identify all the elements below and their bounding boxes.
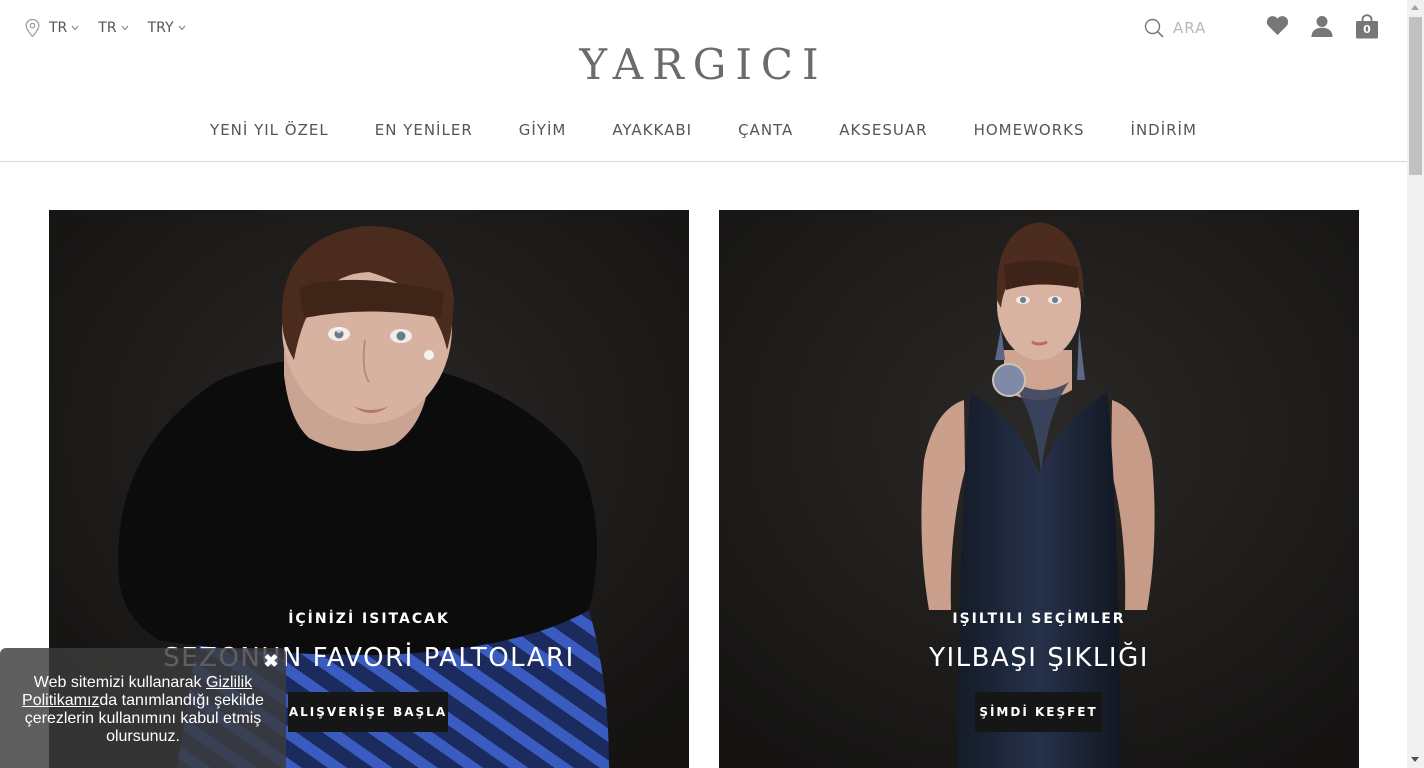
language-selector[interactable]: TR: [98, 20, 128, 36]
banner-headline: YILBAŞI ŞIKLIĞI: [929, 643, 1149, 673]
heart-icon[interactable]: [1266, 15, 1289, 36]
search-label: ARA: [1173, 19, 1207, 37]
search-icon: [1144, 18, 1164, 38]
nav-item-aksesuar[interactable]: AKSESUAR: [839, 121, 927, 139]
cart-count-badge: 0: [1363, 23, 1371, 36]
discover-now-button[interactable]: ŞİMDİ KEŞFET: [975, 692, 1102, 732]
cart-button[interactable]: 0: [1355, 14, 1379, 39]
nav-item-homeworks[interactable]: HOMEWORKS: [974, 121, 1085, 139]
nav-item-ayakkabi[interactable]: AYAKKABI: [612, 121, 692, 139]
close-icon[interactable]: ✖: [262, 652, 280, 670]
cookie-text-before: Web sitemizi kullanarak: [33, 674, 206, 691]
map-pin-icon: [25, 18, 40, 38]
locale-selectors: TR TR TRY: [24, 18, 205, 38]
nav-item-giyim[interactable]: GİYİM: [519, 121, 567, 139]
scroll-up-arrow-icon[interactable]: [1411, 5, 1419, 10]
currency-selector[interactable]: TRY: [148, 20, 186, 36]
scrollbar-thumb[interactable]: [1409, 17, 1422, 175]
banner-kicker: IŞILTILI SEÇİMLER: [952, 611, 1126, 627]
dress-model-photo: [719, 210, 1359, 768]
currency-selector-label: TRY: [147, 20, 174, 36]
page-scrollbar[interactable]: [1407, 0, 1424, 768]
nav-item-yeni-yil-ozel[interactable]: YENİ YIL ÖZEL: [210, 121, 329, 139]
country-selector[interactable]: TR: [49, 20, 79, 36]
nav-item-canta[interactable]: ÇANTA: [738, 121, 793, 139]
chevron-down-icon: [178, 25, 185, 31]
country-selector-label: TR: [49, 20, 68, 36]
cookie-notice: ✖ Web sitemizi kullanarak Gizlilik Polit…: [0, 648, 286, 768]
nav-item-indirim[interactable]: İNDİRİM: [1131, 121, 1197, 139]
scroll-down-arrow-icon[interactable]: [1411, 757, 1419, 762]
banner-kicker: İÇİNİZİ ISITACAK: [288, 611, 450, 627]
chevron-down-icon: [71, 25, 79, 31]
search-button[interactable]: ARA: [1144, 18, 1206, 38]
new-year-banner[interactable]: IŞILTILI SEÇİMLER YILBAŞI ŞIKLIĞI ŞİMDİ …: [719, 210, 1359, 768]
site-logo[interactable]: YARGICI: [0, 40, 1407, 89]
chevron-down-icon: [121, 25, 128, 31]
site-header: TR TR TRY YARGICI ARA 0 YENİ YIL ÖZEL EN…: [0, 0, 1407, 162]
user-icon[interactable]: [1311, 15, 1333, 37]
main-nav: YENİ YIL ÖZEL EN YENİLER GİYİM AYAKKABI …: [0, 121, 1407, 139]
nav-item-en-yeniler[interactable]: EN YENİLER: [375, 121, 473, 139]
shop-now-button[interactable]: ALIŞVERİŞE BAŞLA: [288, 692, 448, 732]
language-selector-label: TR: [98, 20, 117, 36]
